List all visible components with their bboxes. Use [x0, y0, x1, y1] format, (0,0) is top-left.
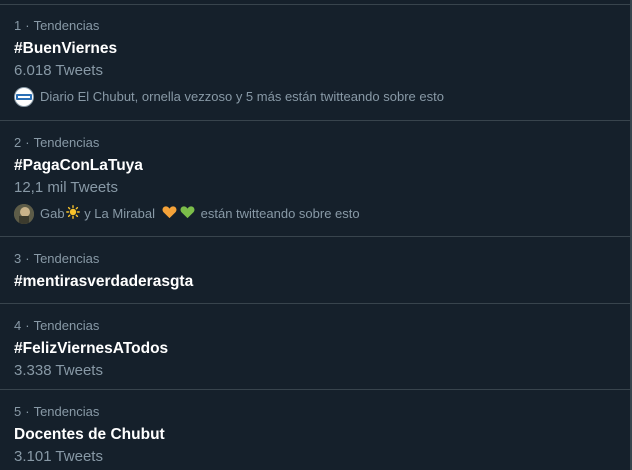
trend-item-2[interactable]: 2 · Tendencias #PagaConLaTuya 12,1 mil Twe… — [0, 122, 630, 237]
orange-heart-icon — [162, 205, 177, 224]
separator-dot: · — [25, 318, 30, 333]
trend-rank: 1 — [14, 18, 22, 33]
trend-item-4[interactable]: 4 · Tendencias #FelizViernesATodos 3.338 T… — [0, 305, 630, 390]
trend-meta: 5 · Tendencias — [14, 404, 630, 420]
trend-meta: 2 · Tendencias — [14, 135, 630, 151]
context-user-gab: Gab — [40, 206, 65, 221]
separator-dot: · — [25, 135, 30, 150]
top-divider — [0, 4, 632, 5]
green-heart-icon — [180, 205, 195, 224]
trend-tweet-count: 3.338 Tweets — [14, 362, 103, 379]
trend-tweet-count: 3.101 Tweets — [14, 448, 103, 465]
trend-name[interactable]: #PagaConLaTuya — [14, 156, 630, 176]
context-mid-text: y La Mirabal — [80, 206, 159, 221]
trend-rank: 3 — [14, 251, 22, 266]
trend-meta: 4 · Tendencias — [14, 318, 630, 334]
gab-avatar-icon — [14, 204, 34, 224]
sun-icon — [65, 204, 80, 224]
trend-name[interactable]: #mentirasverdaderasgta — [14, 272, 630, 292]
trend-category: Tendencias — [33, 251, 100, 266]
diario-el-chubut-avatar-icon — [14, 87, 34, 107]
trend-meta: 3 · Tendencias — [14, 251, 630, 267]
trend-name[interactable]: Docentes de Chubut — [14, 425, 630, 445]
trend-tweet-count: 6.018 Tweets — [14, 62, 103, 79]
trend-name[interactable]: #FelizViernesATodos — [14, 339, 630, 359]
context-tail-text: están twitteando sobre esto — [200, 206, 360, 221]
trends-panel: 1 · Tendencias #BuenViernes 6.018 Tweets D… — [0, 0, 632, 470]
trend-rank: 5 — [14, 404, 22, 419]
trend-context[interactable]: Gab y La Mirabal están twitteando sobre … — [14, 204, 630, 224]
trend-item-5[interactable]: 5 · Tendencias Docentes de Chubut 3.101 Tw… — [0, 391, 630, 470]
trend-item-3[interactable]: 3 · Tendencias #mentirasverdaderasgta — [0, 238, 630, 304]
separator-dot: · — [25, 18, 30, 33]
separator-dot: · — [25, 251, 30, 266]
trend-meta: 1 · Tendencias — [14, 18, 630, 34]
trend-context[interactable]: Diario El Chubut, ornella vezzoso y 5 má… — [14, 87, 630, 107]
trend-context-text: Diario El Chubut, ornella vezzoso y 5 má… — [40, 89, 444, 104]
separator-dot: · — [25, 404, 30, 419]
trend-item-1[interactable]: 1 · Tendencias #BuenViernes 6.018 Tweets D… — [0, 18, 630, 121]
trend-tweet-count: 12,1 mil Tweets — [14, 179, 118, 196]
trend-name[interactable]: #BuenViernes — [14, 39, 630, 59]
trend-category: Tendencias — [33, 18, 100, 33]
trend-rank: 2 — [14, 135, 22, 150]
trend-category: Tendencias — [33, 135, 100, 150]
trend-category: Tendencias — [33, 404, 100, 419]
trend-rank: 4 — [14, 318, 22, 333]
trend-category: Tendencias — [33, 318, 100, 333]
